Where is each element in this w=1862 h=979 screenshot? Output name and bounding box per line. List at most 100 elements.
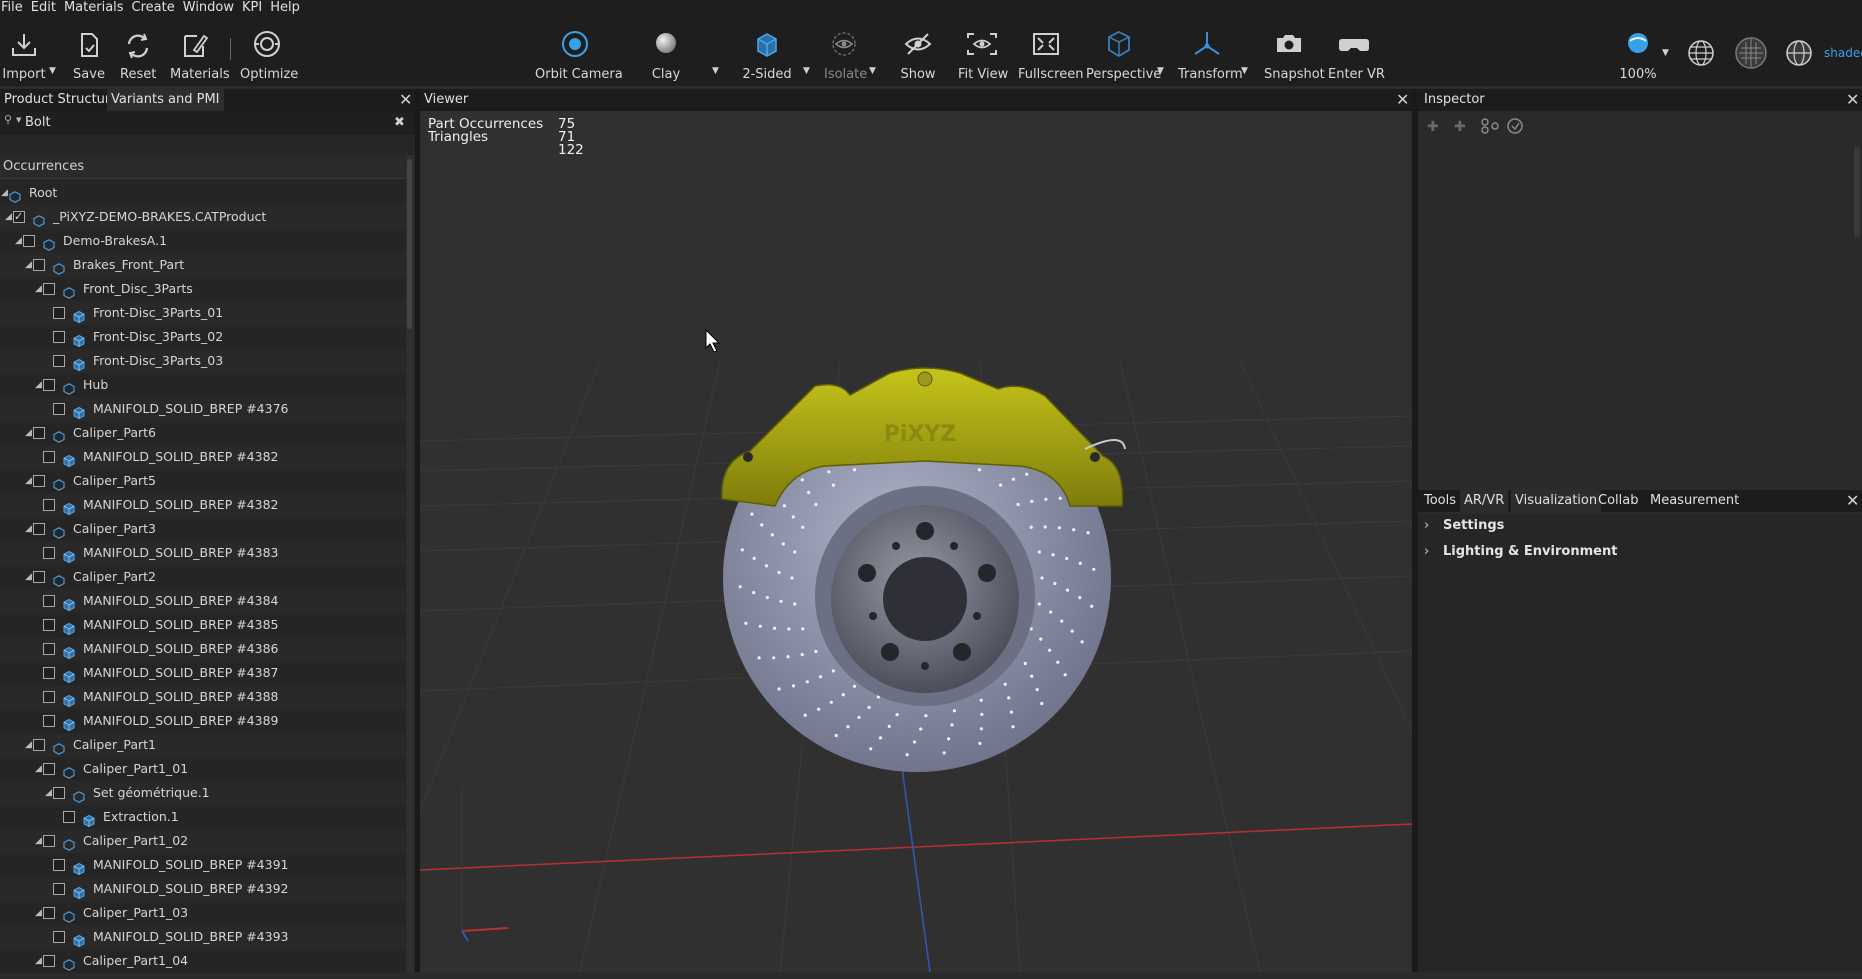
tree-row[interactable]: ◢ Root <box>0 181 405 205</box>
tree-row[interactable]: Extraction.1 <box>0 805 405 829</box>
menu-kpi[interactable]: KPI <box>242 0 270 16</box>
link-nodes-icon[interactable] <box>1480 117 1500 139</box>
visibility-checkbox[interactable] <box>43 835 55 847</box>
tree-row[interactable]: MANIFOLD_SOLID_BREP #4391 <box>0 853 405 877</box>
expand-arrow-icon[interactable]: ◢ <box>25 421 32 445</box>
tree-row[interactable]: ◢ Caliper_Part2 <box>0 565 405 589</box>
tab-visualization[interactable]: Visualization <box>1511 490 1602 512</box>
fit-view-button[interactable]: Fit View <box>958 30 1008 82</box>
viewer-3d[interactable]: PiXYZ Part Occurrences 75 Triangles 71 1… <box>420 111 1412 972</box>
tree-row[interactable]: MANIFOLD_SOLID_BREP #4376 <box>0 397 405 421</box>
visibility-checkbox[interactable] <box>53 403 65 415</box>
expand-arrow-icon[interactable]: ◢ <box>35 277 42 301</box>
expand-arrow-icon[interactable]: ◢ <box>25 253 32 277</box>
viewport-scene[interactable]: PiXYZ <box>420 111 1412 972</box>
section-settings[interactable]: › Settings <box>1418 514 1862 538</box>
isolate-dropdown-caret[interactable]: ▼ <box>869 66 876 76</box>
tree-row[interactable]: ◢ Caliper_Part1_03 <box>0 901 405 925</box>
tree-row[interactable]: MANIFOLD_SOLID_BREP #4388 <box>0 685 405 709</box>
tab-variants-pmi[interactable]: Variants and PMI <box>107 89 224 111</box>
tree-row[interactable]: ◢ Caliper_Part3 <box>0 517 405 541</box>
visibility-checkbox[interactable] <box>43 595 55 607</box>
menu-window[interactable]: Window <box>183 0 242 16</box>
wireframe-globe-icon[interactable] <box>1686 38 1716 72</box>
expand-arrow-icon[interactable]: ◢ <box>35 949 42 973</box>
visibility-checkbox[interactable] <box>43 763 55 775</box>
visibility-checkbox[interactable] <box>33 571 45 583</box>
tab-tools[interactable]: Tools <box>1420 490 1460 512</box>
orbit-camera-button[interactable]: Orbit Camera <box>535 30 623 82</box>
visibility-checkbox[interactable] <box>63 811 75 823</box>
visibility-checkbox[interactable] <box>33 739 45 751</box>
tab-inspector[interactable]: Inspector <box>1420 89 1489 111</box>
tree-row[interactable]: ◢ Brakes_Front_Part <box>0 253 405 277</box>
add-property-icon[interactable]: ✚ <box>1454 119 1466 135</box>
visibility-checkbox[interactable] <box>23 235 35 247</box>
visibility-checkbox[interactable] <box>43 667 55 679</box>
menu-help[interactable]: Help <box>270 0 308 16</box>
expand-arrow-icon[interactable]: ◢ <box>25 517 32 541</box>
zoom-dropdown-caret[interactable]: ▼ <box>1662 48 1669 58</box>
tree-row[interactable]: ◢ Set géométrique.1 <box>0 781 405 805</box>
expand-arrow-icon[interactable]: ◢ <box>5 205 12 229</box>
visibility-checkbox[interactable] <box>43 619 55 631</box>
snapshot-button[interactable]: Snapshot <box>1264 30 1325 82</box>
tree-row[interactable]: ◢ Caliper_Part6 <box>0 421 405 445</box>
show-button[interactable]: Show <box>900 30 936 82</box>
tree-row[interactable]: MANIFOLD_SOLID_BREP #4387 <box>0 661 405 685</box>
tree-row[interactable]: MANIFOLD_SOLID_BREP #4382 <box>0 493 405 517</box>
reset-button[interactable]: Reset <box>120 30 156 82</box>
tree-row[interactable]: ◢ Caliper_Part1 <box>0 733 405 757</box>
visibility-checkbox[interactable] <box>53 931 65 943</box>
clay-button[interactable]: Clay <box>648 30 684 82</box>
tree-row[interactable]: ◢ Caliper_Part1_02 <box>0 829 405 853</box>
optimize-button[interactable]: Optimize <box>240 30 298 82</box>
zoom-button[interactable]: 100% <box>1618 30 1658 82</box>
visibility-checkbox[interactable] <box>43 379 55 391</box>
visibility-checkbox[interactable] <box>43 499 55 511</box>
scrollbar-thumb[interactable] <box>407 159 412 329</box>
visibility-checkbox[interactable] <box>43 715 55 727</box>
isolate-button[interactable]: Isolate <box>824 30 867 82</box>
save-button[interactable]: Save <box>72 30 106 82</box>
tab-measurement[interactable]: Measurement <box>1646 490 1743 512</box>
close-icon[interactable]: ✕ <box>1846 90 1859 110</box>
expand-arrow-icon[interactable]: ◢ <box>35 901 42 925</box>
tree-row[interactable]: MANIFOLD_SOLID_BREP #4393 <box>0 925 405 949</box>
tree-row[interactable]: MANIFOLD_SOLID_BREP #4384 <box>0 589 405 613</box>
expand-arrow-icon[interactable]: ◢ <box>25 733 32 757</box>
tree-row[interactable]: MANIFOLD_SOLID_BREP #4382 <box>0 445 405 469</box>
tree-row[interactable]: MANIFOLD_SOLID_BREP #4389 <box>0 709 405 733</box>
visibility-checkbox[interactable] <box>53 307 65 319</box>
expand-arrow-icon[interactable]: ◢ <box>45 781 52 805</box>
visibility-checkbox[interactable] <box>53 787 65 799</box>
perspective-dropdown-caret[interactable]: ▼ <box>1157 66 1164 76</box>
visibility-checkbox[interactable] <box>43 907 55 919</box>
visibility-checkbox[interactable] <box>43 547 55 559</box>
tree-row[interactable]: MANIFOLD_SOLID_BREP #4392 <box>0 877 405 901</box>
transform-dropdown-caret[interactable]: ▼ <box>1241 66 1248 76</box>
visibility-checkbox[interactable] <box>33 523 45 535</box>
target-icon[interactable] <box>1506 117 1524 139</box>
tree-row[interactable]: ◢ Caliper_Part1_04 <box>0 949 405 973</box>
visibility-checkbox[interactable] <box>43 283 55 295</box>
tab-product-structure[interactable]: Product Structure <box>0 89 122 111</box>
menu-create[interactable]: Create <box>132 0 183 16</box>
expand-arrow-icon[interactable]: ◢ <box>25 565 32 589</box>
tree-row[interactable]: MANIFOLD_SOLID_BREP #4386 <box>0 637 405 661</box>
tree-row[interactable]: MANIFOLD_SOLID_BREP #4383 <box>0 541 405 565</box>
tree-row[interactable]: Front-Disc_3Parts_03 <box>0 349 405 373</box>
inspector-scrollbar[interactable] <box>1854 147 1860 237</box>
visibility-checkbox[interactable] <box>43 691 55 703</box>
visibility-checkbox[interactable] <box>53 331 65 343</box>
enter-vr-button[interactable]: Enter VR <box>1328 30 1385 82</box>
tab-ar-vr[interactable]: AR/VR <box>1460 490 1509 512</box>
visibility-checkbox[interactable] <box>53 355 65 367</box>
clear-search-icon[interactable]: ✖ <box>394 111 405 135</box>
menu-materials[interactable]: Materials <box>64 0 132 16</box>
two-sided-dropdown-caret[interactable]: ▼ <box>803 66 810 76</box>
expand-arrow-icon[interactable]: ◢ <box>1 181 8 205</box>
search-dropdown-icon[interactable]: ▼ <box>16 116 21 124</box>
transform-button[interactable]: Transform <box>1178 30 1243 82</box>
tab-collab[interactable]: Collab <box>1594 490 1642 512</box>
